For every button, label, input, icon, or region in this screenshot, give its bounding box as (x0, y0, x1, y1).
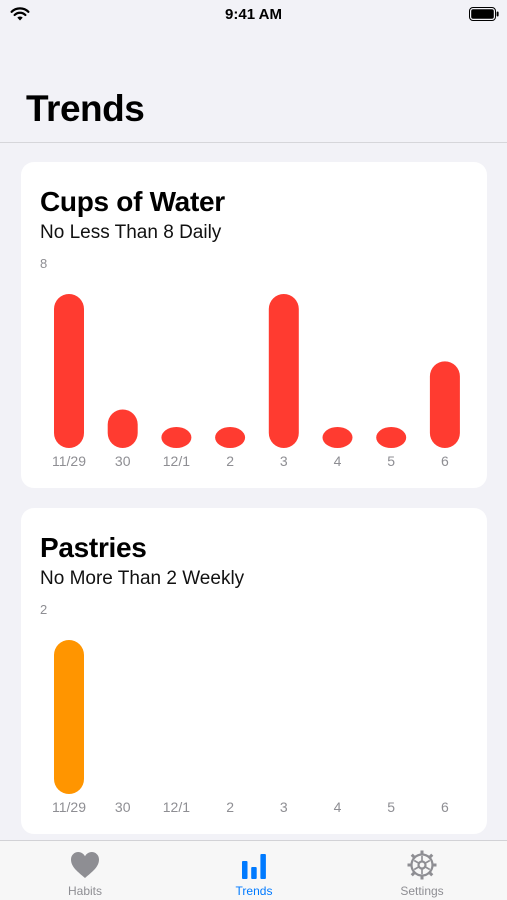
pastries-bar-chart: 11/29 30 12/1 2 3 4 5 6 (52, 640, 449, 815)
x-tick-label: 12/1 (163, 799, 190, 815)
tab-trends[interactable]: Trends (194, 841, 314, 900)
page-title: Trends (26, 88, 145, 129)
x-tick-label: 11/29 (52, 799, 86, 815)
bar-2 (215, 427, 246, 448)
bar-6 (429, 361, 460, 448)
x-tick-label: 30 (115, 799, 131, 815)
x-tick-label: 30 (115, 453, 131, 469)
status-bar: 9:41 AM (0, 0, 507, 28)
bar-12-1 (161, 427, 192, 448)
x-tick-label: 12/1 (163, 453, 190, 469)
bar-chart-icon (242, 854, 266, 879)
x-tick-label: 5 (387, 453, 395, 469)
heart-icon (71, 852, 99, 878)
water-trend-card[interactable]: Cups of Water No Less Than 8 Daily 8 11/… (21, 162, 487, 488)
tab-label: Trends (235, 884, 273, 898)
x-tick-label: 4 (334, 799, 342, 815)
x-tick-label: 6 (441, 799, 449, 815)
x-tick-label: 3 (280, 453, 288, 469)
gear-icon (407, 850, 437, 880)
bar-11-29 (54, 294, 84, 448)
x-tick-label: 4 (334, 453, 342, 469)
x-tick-label: 5 (387, 799, 395, 815)
bar-3 (268, 294, 299, 448)
tab-habits[interactable]: Habits (25, 841, 145, 900)
bar-30 (107, 409, 138, 448)
tab-label: Settings (400, 884, 444, 898)
pastries-trend-card[interactable]: Pastries No More Than 2 Weekly 2 11/29 30… (21, 508, 487, 834)
x-tick-label: 6 (441, 453, 449, 469)
tab-bar: Habits Trends Settings (0, 840, 507, 900)
bar-4 (322, 427, 353, 448)
battery-icon (469, 7, 499, 21)
bar-5 (376, 427, 407, 448)
tab-settings[interactable]: Settings (362, 841, 482, 900)
status-time: 9:41 AM (225, 6, 282, 23)
x-tick-label: 3 (280, 799, 288, 815)
title-divider (0, 142, 507, 143)
x-tick-label: 2 (226, 799, 234, 815)
water-bar-chart: 11/29 30 12/1 2 3 4 5 6 (52, 294, 460, 469)
x-tick-label: 11/29 (52, 453, 86, 469)
x-tick-label: 2 (226, 453, 234, 469)
bar-11-29 (54, 640, 84, 794)
tab-label: Habits (67, 884, 102, 898)
